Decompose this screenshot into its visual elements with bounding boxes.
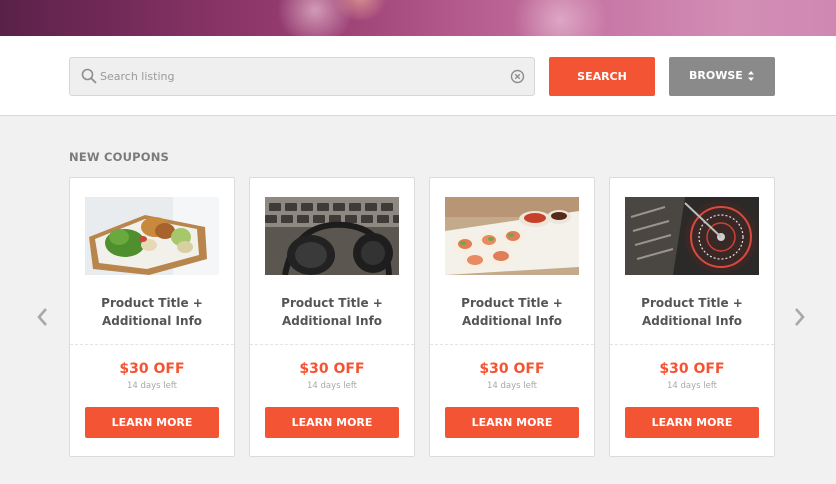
search-button[interactable]: SEARCH	[549, 57, 655, 96]
product-title: Product Title + Additional Info	[641, 296, 743, 328]
divider	[250, 344, 414, 345]
time-left: 14 days left	[306, 381, 358, 391]
time-left: 14 days left	[126, 381, 178, 391]
chevron-left-icon[interactable]	[35, 306, 49, 328]
spring-rolls-photo[interactable]	[445, 197, 579, 275]
discount-label: $30 OFF	[479, 361, 545, 377]
hero-banner	[0, 0, 836, 36]
headphones-keyboard-photo[interactable]	[265, 197, 399, 275]
product-title: Product Title + Additional Info	[281, 296, 383, 328]
search-icon	[81, 68, 97, 84]
bento-lunch-box-photo[interactable]	[85, 197, 219, 275]
search-field	[69, 57, 535, 96]
time-left: 14 days left	[666, 381, 718, 391]
learn-more-button[interactable]: LEARN MORE	[85, 407, 219, 438]
browse-button-label: BROWSE	[689, 69, 743, 82]
section-title: NEW COUPONS	[69, 150, 170, 164]
search-input[interactable]	[100, 58, 500, 95]
coupon-card: Product Title + Additional Info $30 OFF …	[609, 177, 775, 457]
divider	[430, 344, 594, 345]
sort-updown-icon	[748, 71, 754, 81]
coupon-card: Product Title + Additional Info $30 OFF …	[69, 177, 235, 457]
coupon-card: Product Title + Additional Info $30 OFF …	[249, 177, 415, 457]
discount-label: $30 OFF	[119, 361, 185, 377]
time-left: 14 days left	[486, 381, 538, 391]
product-title: Product Title + Additional Info	[461, 296, 563, 328]
clear-icon[interactable]	[510, 69, 525, 84]
learn-more-button[interactable]: LEARN MORE	[265, 407, 399, 438]
learn-more-button[interactable]: LEARN MORE	[625, 407, 759, 438]
learn-more-button[interactable]: LEARN MORE	[445, 407, 579, 438]
product-title: Product Title + Additional Info	[101, 296, 203, 328]
discount-label: $30 OFF	[659, 361, 725, 377]
browse-button[interactable]: BROWSE	[669, 57, 775, 96]
divider	[70, 344, 234, 345]
divider	[610, 344, 774, 345]
dj-turntable-photo[interactable]	[625, 197, 759, 275]
chevron-right-icon[interactable]	[793, 306, 807, 328]
search-bar: SEARCH BROWSE	[0, 36, 836, 116]
coupon-card: Product Title + Additional Info $30 OFF …	[429, 177, 595, 457]
discount-label: $30 OFF	[299, 361, 365, 377]
